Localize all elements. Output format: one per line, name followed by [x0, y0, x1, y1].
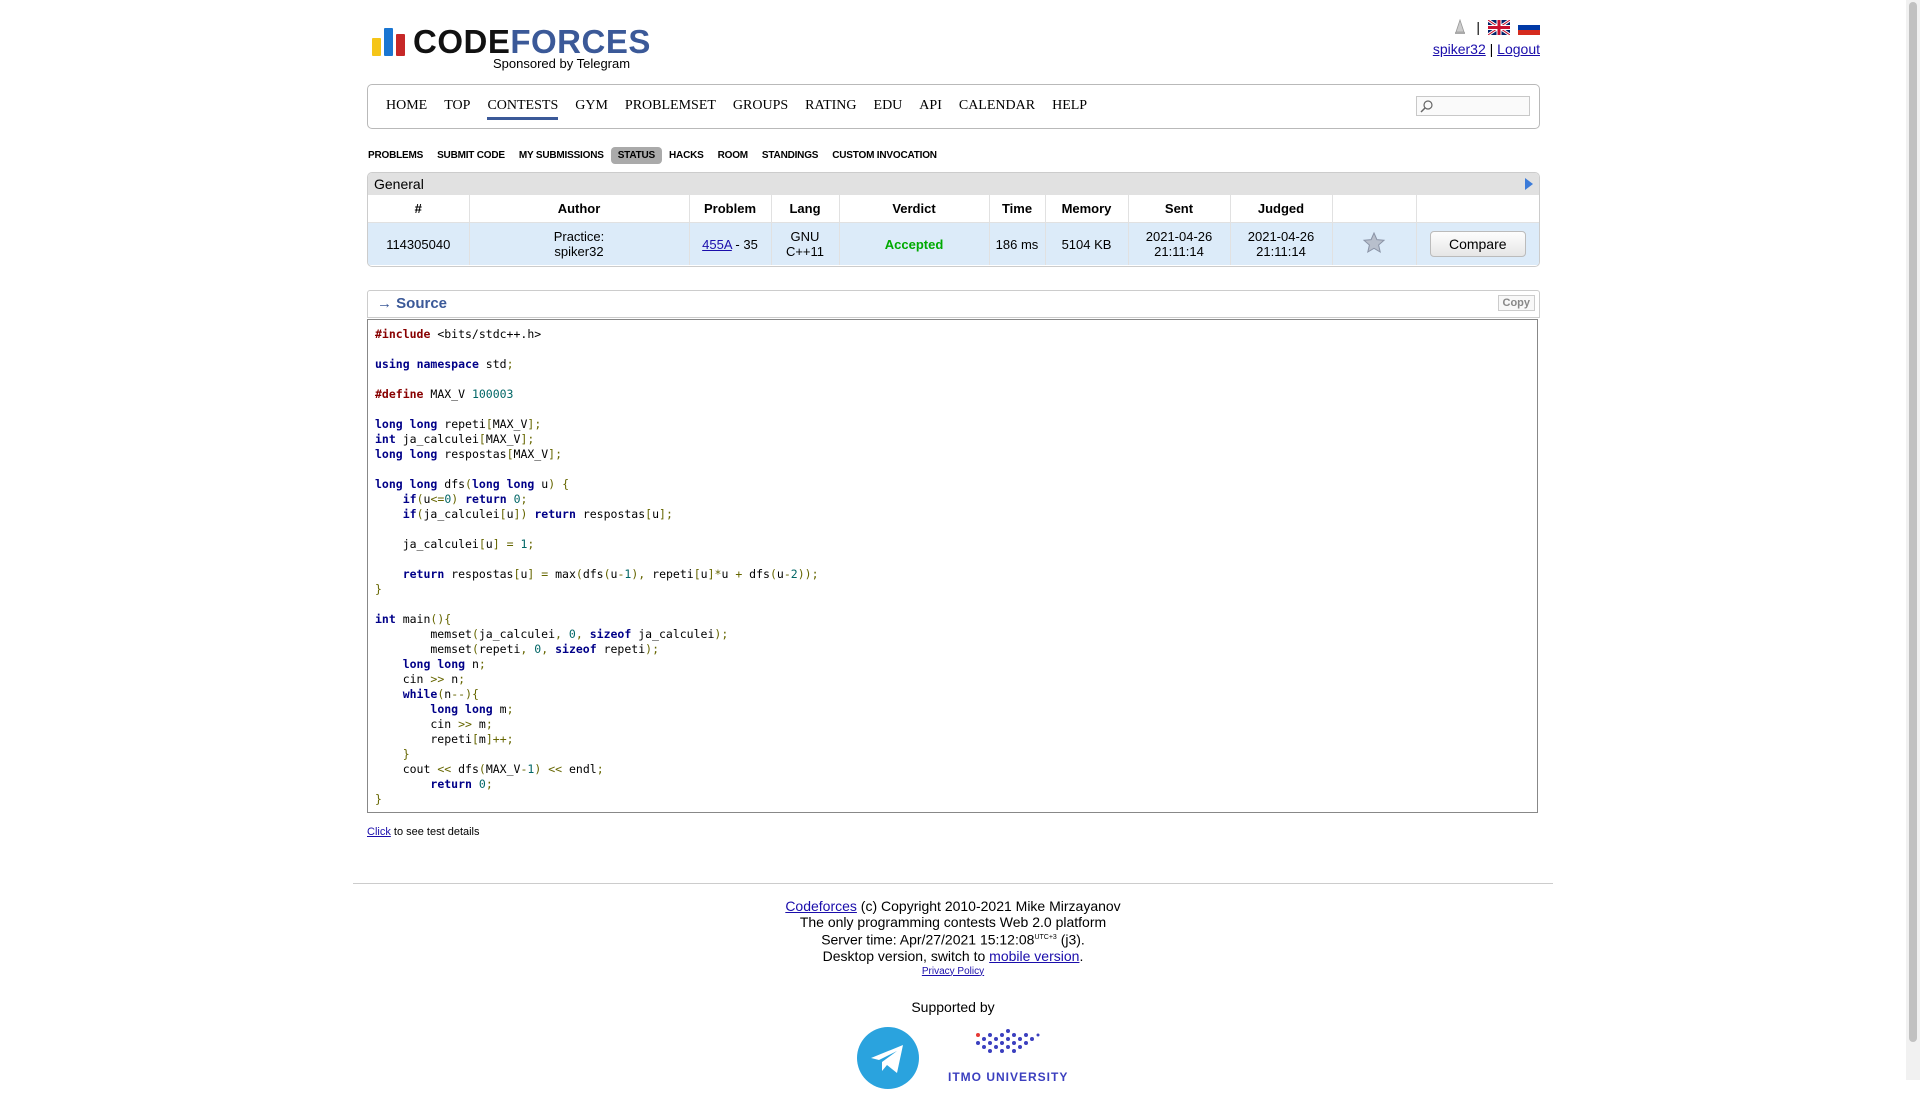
menu-item-help[interactable]: HELP	[1052, 98, 1087, 120]
menu-item-top[interactable]: TOP	[444, 98, 470, 120]
submission-id: 114305040	[368, 222, 470, 265]
test-details-link[interactable]: Click	[367, 826, 391, 838]
logo-subtitle: Sponsored by Telegram	[493, 56, 631, 71]
submission-lang: GNU C++11	[771, 222, 840, 265]
logout-link[interactable]: Logout	[1497, 41, 1540, 57]
submission-status-box: General # Author Problem Lang Verdict Ti…	[367, 172, 1540, 267]
footer-copyright: (c) Copyright 2010-2021 Mike Mirzayanov	[856, 898, 1121, 914]
menu-item-groups[interactable]: GROUPS	[733, 98, 788, 120]
source-code-box[interactable]: #include <bits/stdc++.h> using namespace…	[367, 319, 1538, 813]
privacy-policy-link[interactable]: Privacy Policy	[922, 966, 984, 977]
submission-verdict: Accepted	[839, 222, 990, 265]
mobile-version-link[interactable]: mobile version	[989, 948, 1079, 964]
itmo-logo-icon[interactable]	[968, 1025, 1048, 1061]
submenu-room[interactable]: ROOM	[711, 147, 755, 164]
logo-bars-icon	[372, 26, 405, 56]
submission-sent: 2021-04-26 21:11:14	[1128, 222, 1231, 265]
column-header: Memory	[1045, 195, 1129, 223]
expand-arrow-icon[interactable]	[1525, 178, 1533, 190]
column-header: Judged	[1230, 195, 1333, 223]
english-flag-icon[interactable]	[1488, 19, 1510, 35]
menu-item-home[interactable]: HOME	[386, 98, 427, 120]
column-header: Lang	[771, 195, 840, 223]
submenu-my-submissions[interactable]: MY SUBMISSIONS	[512, 147, 611, 164]
favourite-cell	[1332, 222, 1417, 265]
menu-item-api[interactable]: API	[919, 98, 942, 120]
star-icon[interactable]	[1362, 231, 1386, 255]
column-header: Author	[469, 195, 690, 223]
search-icon	[1420, 100, 1433, 113]
column-header: Time	[989, 195, 1046, 223]
contest-submenu: PROBLEMS SUBMIT CODE MY SUBMISSIONS STAT…	[367, 147, 944, 164]
menu-item-contests[interactable]: CONTESTS	[487, 98, 559, 120]
supported-by-label: Supported by	[911, 999, 995, 1015]
vertical-scrollbar[interactable]	[1906, 0, 1920, 1080]
submission-author: Practice: spiker32	[469, 222, 690, 265]
menu-item-edu[interactable]: EDU	[874, 98, 903, 120]
table-row: 114305040 Practice: spiker32 455A - 35 G…	[368, 222, 1539, 265]
footer-divider	[353, 883, 1553, 884]
separator: |	[1476, 19, 1480, 35]
footer: Codeforces (c) Copyright 2010-2021 Mike …	[653, 898, 1253, 980]
submenu-problems[interactable]: PROBLEMS	[367, 147, 430, 164]
status-table: # Author Problem Lang Verdict Time Memor…	[368, 195, 1539, 265]
desktop-version-line: Desktop version, switch to mobile versio…	[822, 947, 1084, 964]
compare-cell: Compare	[1416, 222, 1539, 265]
source-header: → Source Copy	[367, 290, 1540, 318]
compare-button[interactable]: Compare	[1429, 231, 1526, 257]
main-menu: HOME TOP CONTESTS GYM PROBLEMSET GROUPS …	[367, 84, 1540, 129]
username-link[interactable]: spiker32	[1433, 41, 1486, 57]
problem-link[interactable]: 455A	[702, 237, 732, 252]
server-time: Server time: Apr/27/2021 15:12:08UTC+3 (…	[821, 931, 1085, 948]
menu-item-rating[interactable]: RATING	[805, 98, 856, 120]
column-header: #	[368, 195, 470, 223]
scrollbar-thumb[interactable]	[1909, 2, 1917, 1042]
submenu-hacks[interactable]: HACKS	[662, 147, 711, 164]
column-header	[1416, 195, 1539, 223]
russian-flag-icon[interactable]	[1518, 19, 1540, 35]
column-header: Verdict	[839, 195, 990, 223]
menu-item-problemset[interactable]: PROBLEMSET	[625, 98, 716, 120]
column-header: Sent	[1128, 195, 1231, 223]
submission-judged: 2021-04-26 21:11:14	[1230, 222, 1333, 265]
codeforces-logo[interactable]: CODEFORCES Sponsored by Telegram	[372, 23, 651, 71]
submenu-status[interactable]: STATUS	[610, 147, 663, 164]
user-area: | spiker32 | Logout	[1433, 16, 1540, 57]
table-header-row: # Author Problem Lang Verdict Time Memor…	[368, 195, 1539, 223]
menu-item-gym[interactable]: GYM	[575, 98, 608, 120]
user-separator: |	[1489, 41, 1494, 57]
source-title[interactable]: → Source	[377, 295, 447, 312]
footer-tagline: The only programming contests Web 2.0 pl…	[799, 914, 1107, 930]
submenu-custom-invocation[interactable]: CUSTOM INVOCATION	[825, 147, 944, 164]
submenu-submit-code[interactable]: SUBMIT CODE	[430, 147, 512, 164]
status-caption: General	[368, 173, 1539, 195]
notification-bell-icon[interactable]	[1452, 19, 1468, 35]
submission-problem: 455A - 35	[689, 222, 772, 265]
submission-memory: 5104 KB	[1045, 222, 1129, 265]
submenu-standings[interactable]: STANDINGS	[755, 147, 825, 164]
itmo-label: ITMO UNIVERSITY	[948, 1070, 1069, 1084]
footer-codeforces-link[interactable]: Codeforces	[785, 898, 857, 914]
logo-wordmark: CODEFORCES	[413, 23, 651, 60]
source-code: #include <bits/stdc++.h> using namespace…	[375, 327, 819, 806]
test-details-line: Click to see test details	[367, 826, 480, 838]
column-header: Problem	[689, 195, 772, 223]
submission-time: 186 ms	[989, 222, 1046, 265]
menu-item-calendar[interactable]: CALENDAR	[959, 98, 1035, 120]
search-input[interactable]	[1416, 96, 1530, 116]
copy-button[interactable]: Copy	[1497, 295, 1535, 311]
column-header	[1332, 195, 1417, 223]
